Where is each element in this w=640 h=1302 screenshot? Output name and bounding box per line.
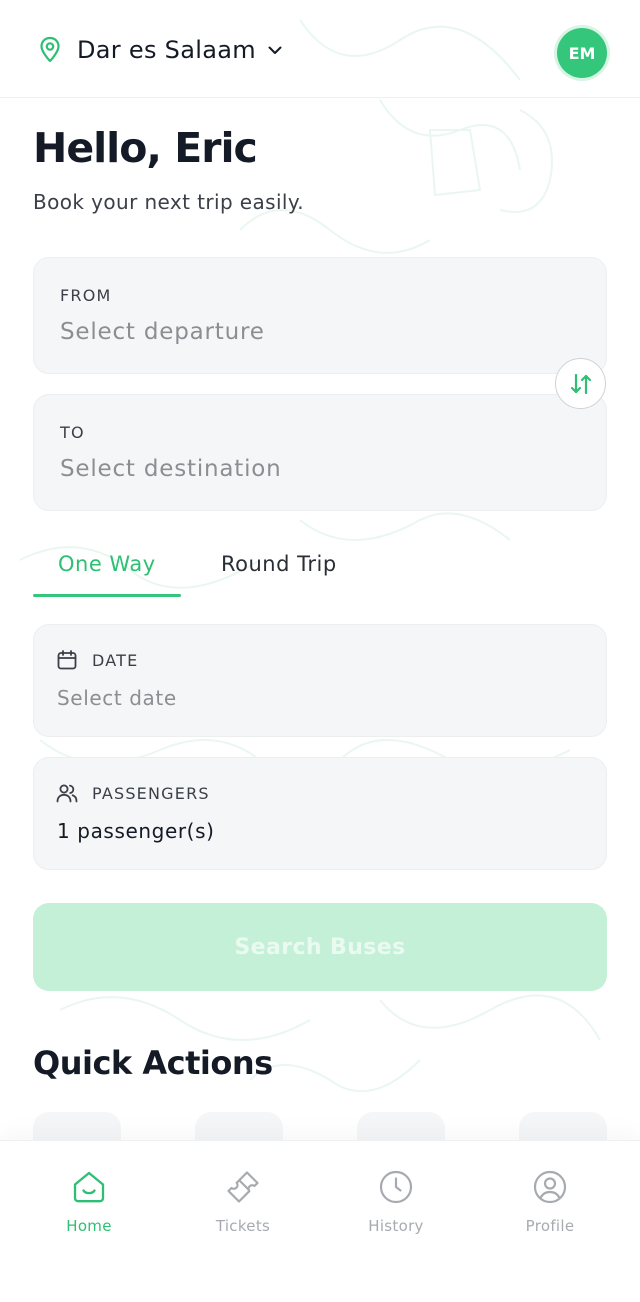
passengers-label: PASSENGERS <box>92 783 210 803</box>
active-tab-indicator <box>33 594 181 597</box>
quick-actions-title: Quick Actions <box>33 1044 273 1082</box>
calendar-icon <box>57 650 77 670</box>
top-bar: Dar es Salaam EM <box>0 0 640 98</box>
nav-home-label: Home <box>66 1217 112 1235</box>
date-label: DATE <box>92 650 139 670</box>
nav-history-label: History <box>368 1217 424 1235</box>
greeting-subtitle: Book your next trip easily. <box>33 190 305 214</box>
location-name: Dar es Salaam <box>77 36 256 64</box>
passengers-field[interactable]: PASSENGERS 1 passenger(s) <box>33 757 607 870</box>
trip-type-tabs: One Way Round Trip <box>33 540 607 598</box>
user-circle-icon <box>533 1170 567 1204</box>
search-buses-button[interactable]: Search Buses <box>33 903 607 991</box>
swap-vertical-icon <box>570 373 591 394</box>
nav-tickets[interactable]: Tickets <box>193 1169 293 1235</box>
to-placeholder: Select destination <box>60 456 282 482</box>
home-icon <box>73 1171 105 1203</box>
from-placeholder: Select departure <box>60 319 265 345</box>
date-header: DATE <box>56 649 138 671</box>
passengers-value: 1 passenger(s) <box>57 819 215 843</box>
tab-round-trip[interactable]: Round Trip <box>221 552 337 576</box>
date-field[interactable]: DATE Select date <box>33 624 607 737</box>
nav-home[interactable]: Home <box>39 1169 139 1235</box>
passengers-header: PASSENGERS <box>56 782 210 804</box>
tab-one-way[interactable]: One Way <box>58 552 156 576</box>
users-icon <box>56 784 78 803</box>
map-pin-icon <box>40 36 60 63</box>
chevron-down-icon <box>268 46 282 54</box>
date-placeholder: Select date <box>57 686 177 710</box>
from-field[interactable]: FROM Select departure <box>33 257 607 374</box>
greeting-title: Hello, Eric <box>33 124 258 172</box>
nav-profile[interactable]: Profile <box>500 1169 600 1235</box>
swap-button[interactable] <box>555 358 606 409</box>
to-label: TO <box>60 423 85 442</box>
location-selector[interactable]: Dar es Salaam <box>38 36 284 64</box>
ticket-icon <box>227 1171 259 1203</box>
nav-profile-label: Profile <box>525 1217 575 1235</box>
bottom-navigation: Home Tickets History Profile <box>0 1140 640 1302</box>
to-field[interactable]: TO Select destination <box>33 394 607 511</box>
from-label: FROM <box>60 286 112 305</box>
nav-history[interactable]: History <box>346 1169 446 1235</box>
nav-tickets-label: Tickets <box>215 1217 271 1235</box>
avatar[interactable]: EM <box>557 28 607 78</box>
clock-icon <box>379 1170 413 1204</box>
